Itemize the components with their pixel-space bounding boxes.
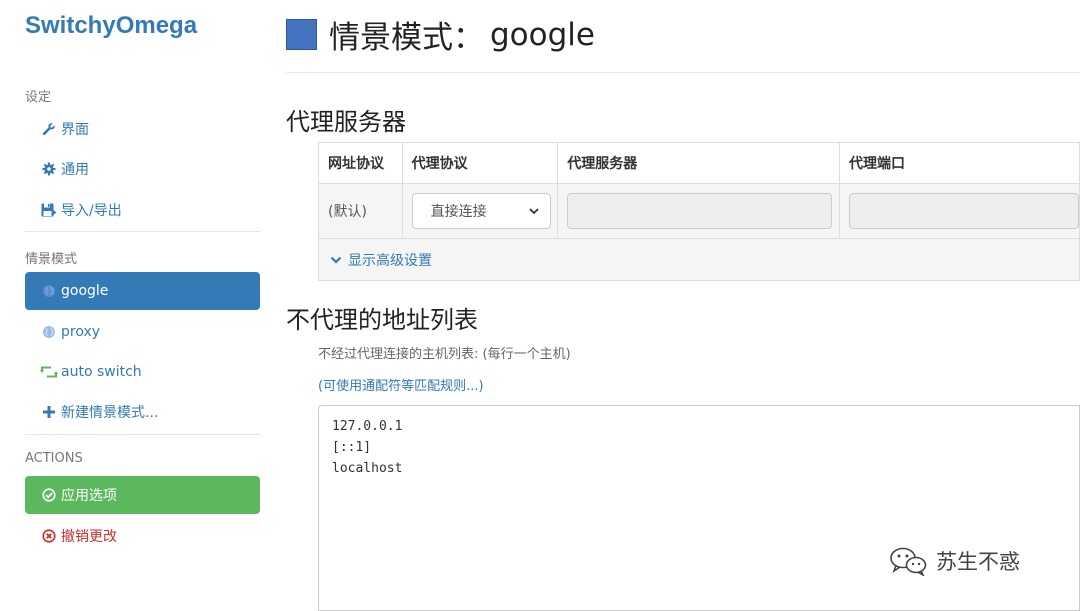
globe-icon [40,325,58,339]
page-title: 情景模式： google [286,12,595,57]
discard-changes-button[interactable]: 撤销更改 [25,517,260,555]
chevron-down-icon [528,205,540,221]
x-circle-icon [40,529,58,543]
discard-changes-label: 撤销更改 [61,529,117,545]
actions-header: ACTIONS [25,451,83,466]
sidebar-item-label: 通用 [61,162,89,178]
sidebar-item-ui[interactable]: 界面 [25,110,260,148]
wildcard-rules-link[interactable]: (可使用通配符等匹配规则...) [318,375,484,394]
sidebar: SwitchyOmega 设定 界面 通用 导入/导出 情景模式 google … [0,0,272,611]
scheme-cell: (默认) [318,183,403,239]
sidebar-item-new-profile[interactable]: 新建情景模式... [25,393,260,431]
sidebar-item-label: 导入/导出 [61,203,122,219]
plus-icon [40,405,58,419]
sidebar-item-google[interactable]: google [25,272,260,310]
profile-color-swatch[interactable] [286,19,317,50]
server-cell [557,183,840,239]
gear-icon [40,162,58,176]
sidebar-item-label: 界面 [61,122,89,138]
table-row: (默认) 直接连接 [318,183,1080,239]
sidebar-item-label: 新建情景模式... [61,405,159,421]
sidebar-item-general[interactable]: 通用 [25,150,260,188]
check-circle-icon [40,488,58,502]
divider [25,231,260,232]
protocol-cell: 直接连接 [401,183,559,239]
settings-header: 设定 [25,90,52,105]
globe-icon [40,284,58,298]
bypass-entry: 127.0.0.1 [332,419,403,434]
bypass-help-text: 不经过代理连接的主机列表: (每行一个主机) [318,347,571,362]
sidebar-item-label: google [61,283,109,299]
bypass-list-textarea[interactable]: 127.0.0.1 [::1] localhost [318,405,1080,611]
retweet-icon [40,365,58,379]
bypass-entry: localhost [332,461,403,476]
brand-title[interactable]: SwitchyOmega [25,12,197,40]
sidebar-item-import-export[interactable]: 导入/导出 [25,191,260,229]
watermark: 苏生不惑 [888,546,1020,576]
apply-options-label: 应用选项 [61,488,117,504]
profiles-header: 情景模式 [25,252,78,267]
divider [286,72,1080,73]
proxy-protocol-select[interactable]: 直接连接 [411,193,551,229]
proxy-servers-heading: 代理服务器 [286,108,406,136]
watermark-text: 苏生不惑 [936,550,1020,574]
apply-options-button[interactable]: 应用选项 [25,476,260,514]
save-icon [40,203,58,217]
sidebar-item-proxy[interactable]: proxy [25,313,260,351]
profile-name[interactable]: google [490,17,595,53]
port-cell [838,183,1080,239]
bypass-list-heading: 不代理的地址列表 [286,306,478,334]
proxy-protocol-value: 直接连接 [430,204,487,220]
wrench-icon [40,122,58,136]
sidebar-item-label: proxy [61,324,101,340]
column-header: 代理服务器 [557,142,840,184]
wechat-icon [890,547,927,576]
proxy-port-input[interactable] [848,193,1079,229]
show-advanced-settings-link[interactable]: 显示高级设置 [318,239,1080,281]
table-header-row: 网址协议 代理协议 代理服务器 代理端口 [318,142,1080,184]
show-advanced-settings-label: 显示高级设置 [348,252,432,269]
bypass-entry: [::1] [332,440,372,455]
column-header: 代理协议 [401,142,559,184]
proxy-server-input[interactable] [567,193,833,229]
divider [25,434,260,435]
sidebar-item-auto-switch[interactable]: auto switch [25,353,260,391]
column-header: 代理端口 [838,142,1080,184]
proxy-servers-table: 网址协议 代理协议 代理服务器 代理端口 (默认) 直接连接 [318,142,1080,239]
sidebar-item-label: auto switch [61,364,142,380]
page-title-prefix: 情景模式： [329,20,484,56]
chevron-down-icon [330,254,342,266]
column-header: 网址协议 [318,142,403,184]
